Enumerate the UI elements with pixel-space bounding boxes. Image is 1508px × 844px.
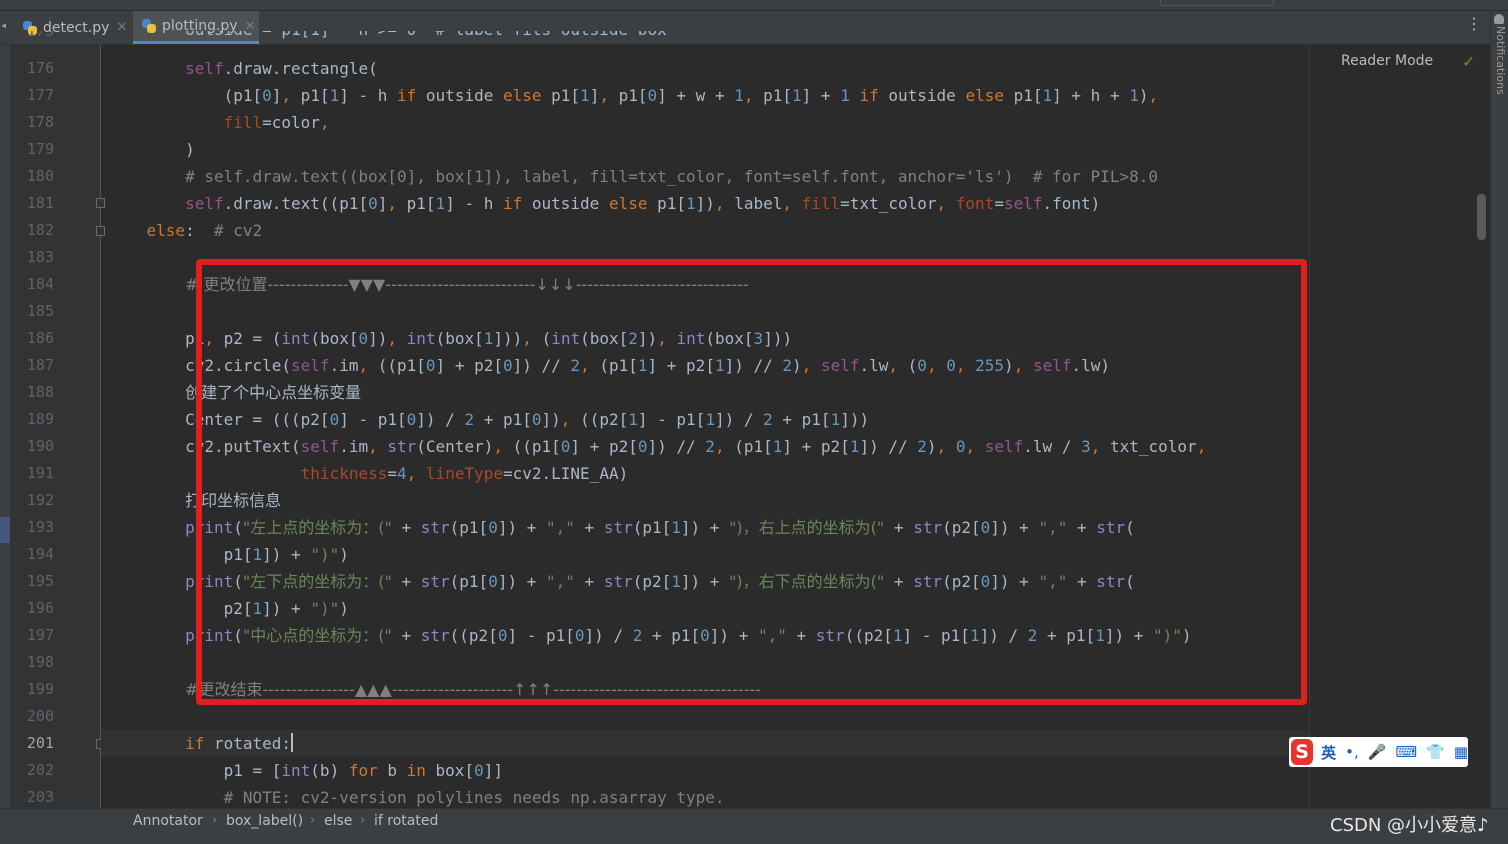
code-line[interactable]: # self.draw.text((box[0], box[1]), label… xyxy=(108,163,1158,190)
bell-icon[interactable] xyxy=(1494,14,1504,24)
line-number[interactable]: 179 xyxy=(14,136,54,163)
code-line[interactable]: # NOTE: cv2-version polylines needs np.a… xyxy=(108,784,725,808)
breadcrumb-separator-icon: › xyxy=(310,813,316,828)
code-line[interactable]: fill=color, xyxy=(108,109,330,136)
toolbar-widget[interactable] xyxy=(1160,0,1274,6)
right-margin-guide xyxy=(1309,45,1310,808)
ime-toolbar[interactable]: S 英 •, 🎤 ⌨ 👕 ▦ xyxy=(1289,737,1468,767)
vertical-scrollbar-thumb[interactable] xyxy=(1477,194,1486,240)
code-line[interactable]: outside = p1[1] - h >= 0 # label fits ou… xyxy=(108,31,667,45)
line-number[interactable]: 197 xyxy=(14,622,54,649)
line-number[interactable]: 198 xyxy=(14,649,54,676)
line-number[interactable]: 195 xyxy=(14,568,54,595)
gutter-divider xyxy=(100,45,101,808)
text-caret xyxy=(291,733,294,752)
keyboard-icon[interactable]: ⌨ xyxy=(1395,743,1417,761)
highlight-annotation-box xyxy=(196,259,1307,705)
line-number[interactable]: 183 xyxy=(14,244,54,271)
breadcrumb-box-label[interactable]: box_label() xyxy=(226,813,303,829)
line-number[interactable]: 201 xyxy=(14,730,54,757)
code-line[interactable]: ) xyxy=(108,136,195,163)
fold-marker-icon[interactable] xyxy=(96,198,105,208)
title-strip xyxy=(0,0,1508,11)
code-line[interactable]: self.draw.rectangle( xyxy=(108,55,378,82)
breadcrumb-separator-icon: › xyxy=(360,813,366,828)
reader-mode-button[interactable]: Reader Mode xyxy=(1341,53,1433,69)
line-number[interactable]: 202 xyxy=(14,757,54,784)
breadcrumb-if-rotated[interactable]: if rotated xyxy=(374,813,438,829)
line-number[interactable]: 185 xyxy=(14,298,54,325)
line-number[interactable]: 180 xyxy=(14,163,54,190)
ime-language-toggle[interactable]: 英 xyxy=(1321,742,1336,763)
line-number[interactable]: 184 xyxy=(14,271,54,298)
breadcrumb-annotator[interactable]: Annotator xyxy=(133,813,203,829)
line-number[interactable]: 194 xyxy=(14,541,54,568)
breadcrumb-separator-icon: › xyxy=(212,813,218,828)
line-number[interactable]: 186 xyxy=(14,325,54,352)
code-line[interactable]: self.draw.text((p1[0], p1[1] - h if outs… xyxy=(108,190,1100,217)
line-number[interactable]: 181 xyxy=(14,190,54,217)
code-line-current[interactable]: if rotated: xyxy=(108,730,294,757)
line-number[interactable]: 182 xyxy=(14,217,54,244)
punctuation-icon[interactable]: •, xyxy=(1345,743,1359,761)
line-number[interactable]: 191 xyxy=(14,460,54,487)
line-number[interactable]: 190 xyxy=(14,433,54,460)
code-line[interactable]: p1 = [int(b) for b in box[0]] xyxy=(108,757,503,784)
line-number[interactable]: 178 xyxy=(14,109,54,136)
line-number[interactable]: 192 xyxy=(14,487,54,514)
line-number[interactable]: 176 xyxy=(14,55,54,82)
line-number[interactable]: 200 xyxy=(14,703,54,730)
microphone-icon[interactable]: 🎤 xyxy=(1368,743,1387,761)
code-line[interactable]: else: # cv2 xyxy=(108,217,263,244)
apps-grid-icon[interactable]: ▦ xyxy=(1454,743,1468,761)
line-number[interactable]: 187 xyxy=(14,352,54,379)
right-tool-strip xyxy=(1490,11,1508,808)
line-number[interactable]: 203 xyxy=(14,784,54,811)
gutter-marker xyxy=(0,517,10,543)
more-tabs-icon[interactable]: ⋮ xyxy=(1466,14,1482,33)
line-number[interactable]: 193 xyxy=(14,514,54,541)
fold-marker-icon[interactable] xyxy=(96,226,105,236)
gutter-strip xyxy=(0,45,10,808)
line-number[interactable]: 199 xyxy=(14,676,54,703)
skin-icon[interactable]: 👕 xyxy=(1426,743,1445,761)
line-number[interactable]: 189 xyxy=(14,406,54,433)
scroll-tabs-left-icon[interactable]: ◂ xyxy=(0,18,7,32)
line-number[interactable]: 188 xyxy=(14,379,54,406)
sogou-logo-icon[interactable]: S xyxy=(1291,739,1314,765)
line-number[interactable]: 177 xyxy=(14,82,54,109)
inspection-ok-icon[interactable]: ✓ xyxy=(1462,52,1475,71)
line-number[interactable]: 196 xyxy=(14,595,54,622)
breadcrumb-else[interactable]: else xyxy=(324,813,352,829)
line-number[interactable]: 175 xyxy=(14,31,54,45)
code-line[interactable]: (p1[0], p1[1] - h if outside else p1[1],… xyxy=(108,82,1159,109)
watermark: CSDN @小小爱意♪ xyxy=(1330,815,1489,836)
notifications-tool-button[interactable]: Notifications xyxy=(1493,26,1507,95)
